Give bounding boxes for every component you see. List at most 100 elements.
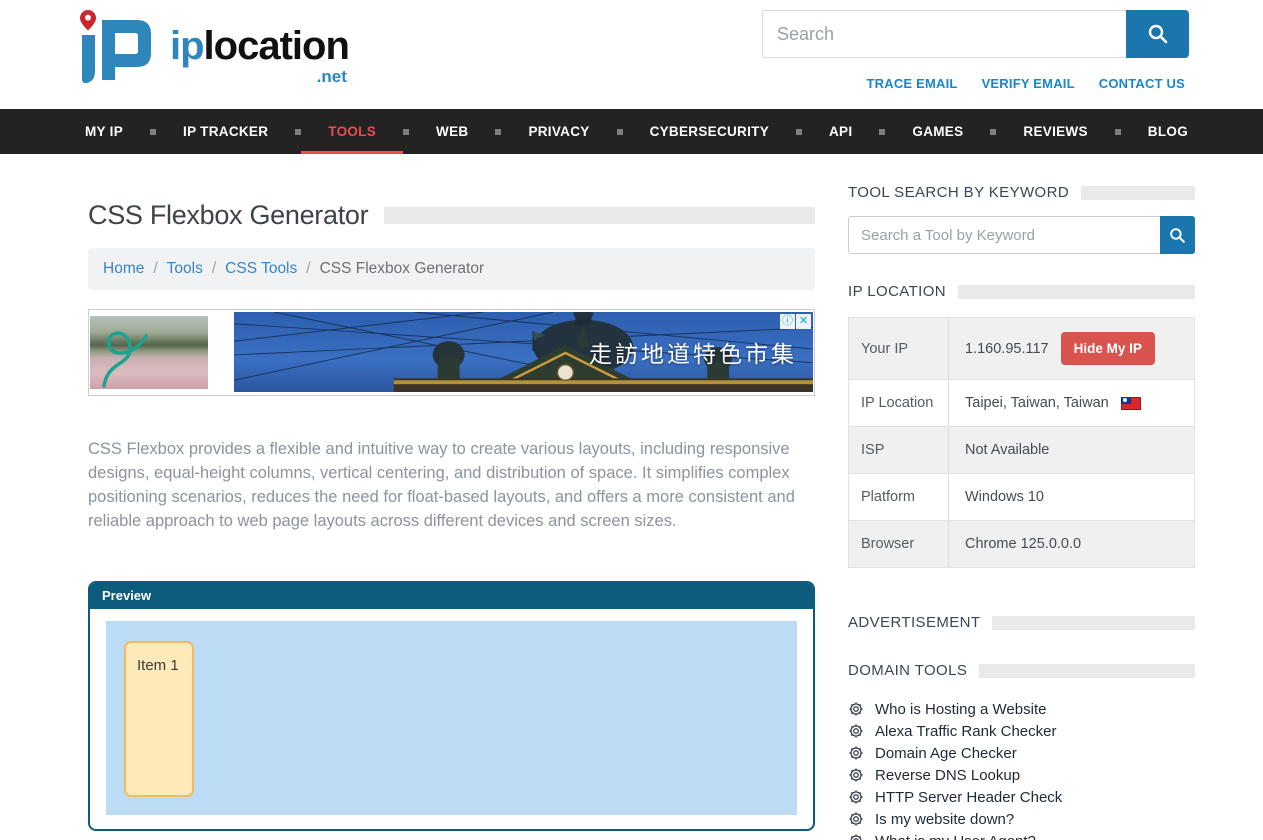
title-decoration-bar — [384, 207, 815, 224]
ad-photo-left[interactable] — [90, 316, 208, 389]
preview-panel-header: Preview — [90, 583, 813, 609]
page: iplocation .net TRACE EMAIL VERIFY EMAIL… — [0, 0, 1263, 840]
tool-description: CSS Flexbox provides a flexible and intu… — [88, 438, 808, 534]
nav-item-reviews[interactable]: REVIEWS — [1023, 109, 1087, 154]
breadcrumb: Home / Tools / CSS Tools / CSS Flexbox G… — [88, 248, 815, 290]
domain-tool-link-domain-age[interactable]: Domain Age Checker — [875, 745, 1017, 762]
contact-us-link[interactable]: CONTACT US — [1099, 76, 1185, 91]
ip-row-label: ISP — [849, 427, 949, 473]
table-row: ISP Not Available — [849, 427, 1194, 474]
advertisement-heading-row: ADVERTISEMENT — [848, 614, 1195, 631]
gear-icon — [848, 767, 864, 783]
list-item: Is my website down? — [848, 808, 1195, 830]
ad-close-icon[interactable]: ✕ — [796, 314, 811, 329]
domain-tool-link-alexa-rank[interactable]: Alexa Traffic Rank Checker — [875, 723, 1056, 740]
preview-panel-body: Item 1 — [90, 609, 813, 827]
list-item: Domain Age Checker — [848, 742, 1195, 764]
breadcrumb-separator: / — [306, 260, 310, 278]
nav-item-tools[interactable]: TOOLS — [328, 109, 376, 154]
nav-item-privacy[interactable]: PRIVACY — [528, 109, 589, 154]
header-search — [762, 10, 1189, 58]
nav-item-blog[interactable]: BLOG — [1148, 109, 1188, 154]
ad-banner-image[interactable]: 走訪地道特色市集 ⓘ ✕ — [234, 312, 813, 392]
logo-wordmark: iplocation .net — [170, 26, 349, 85]
main-content: CSS Flexbox Generator Home / Tools / CSS… — [88, 200, 815, 831]
ip-location-heading-row: IP LOCATION — [848, 283, 1195, 300]
nav-separator-icon — [295, 129, 301, 135]
nav-item-ip-tracker[interactable]: IP TRACKER — [183, 109, 268, 154]
breadcrumb-home[interactable]: Home — [103, 260, 144, 278]
tool-search-input[interactable] — [848, 216, 1160, 254]
breadcrumb-separator: / — [153, 260, 157, 278]
domain-tool-link-http-header[interactable]: HTTP Server Header Check — [875, 789, 1062, 806]
search-icon — [1146, 22, 1170, 46]
list-item: Reverse DNS Lookup — [848, 764, 1195, 786]
sidebar: TOOL SEARCH BY KEYWORD IP LOCATION Your … — [848, 184, 1195, 840]
domain-tool-link-user-agent[interactable]: What is my User Agent? — [875, 833, 1036, 840]
tool-search-heading: TOOL SEARCH BY KEYWORD — [848, 184, 1069, 201]
heading-decoration-bar — [1081, 186, 1195, 200]
list-item: Who is Hosting a Website — [848, 698, 1195, 720]
tool-search — [848, 216, 1195, 254]
breadcrumb-css-tools[interactable]: CSS Tools — [225, 260, 297, 278]
hide-my-ip-button[interactable]: Hide My IP — [1061, 332, 1155, 365]
breadcrumb-separator: / — [212, 260, 216, 278]
ip-row-label: IP Location — [849, 380, 949, 426]
logo-word-ip: ip — [170, 24, 204, 68]
header-search-button[interactable] — [1126, 10, 1189, 58]
trace-email-link[interactable]: TRACE EMAIL — [867, 76, 958, 91]
ip-row-label: Platform — [849, 474, 949, 520]
main-nav: MY IP IP TRACKER TOOLS WEB PRIVACY CYBER… — [0, 109, 1263, 154]
nav-separator-icon — [990, 129, 996, 135]
nav-item-api[interactable]: API — [829, 109, 852, 154]
ad-photo-doodle-icon — [90, 316, 208, 389]
list-item: What is my User Agent? — [848, 830, 1195, 840]
list-item: Alexa Traffic Rank Checker — [848, 720, 1195, 742]
ad-banner[interactable]: 走訪地道特色市集 ⓘ ✕ — [88, 309, 815, 396]
nav-separator-icon — [617, 129, 623, 135]
domain-tool-link-reverse-dns[interactable]: Reverse DNS Lookup — [875, 767, 1020, 784]
platform-value: Windows 10 — [965, 489, 1044, 505]
table-row: Your IP 1.160.95.117 Hide My IP — [849, 318, 1194, 380]
nav-separator-icon — [495, 129, 501, 135]
tool-search-button[interactable] — [1160, 216, 1195, 254]
nav-item-games[interactable]: GAMES — [912, 109, 963, 154]
breadcrumb-tools[interactable]: Tools — [167, 260, 203, 278]
nav-separator-icon — [1115, 129, 1121, 135]
gear-icon — [848, 789, 864, 805]
header-search-input[interactable] — [762, 10, 1126, 58]
domain-tools-heading-row: DOMAIN TOOLS — [848, 662, 1195, 679]
tool-search-heading-row: TOOL SEARCH BY KEYWORD — [848, 184, 1195, 201]
domain-tools-heading: DOMAIN TOOLS — [848, 662, 967, 679]
heading-decoration-bar — [958, 285, 1195, 299]
domain-tools-list: Who is Hosting a Website Alexa Traffic R… — [848, 698, 1195, 840]
gear-icon — [848, 811, 864, 827]
table-row: IP Location Taipei, Taiwan, Taiwan — [849, 380, 1194, 427]
preview-panel: Preview Item 1 — [88, 581, 815, 831]
nav-item-my-ip[interactable]: MY IP — [85, 109, 123, 154]
ip-row-label: Browser — [849, 521, 949, 567]
domain-tool-link-website-down[interactable]: Is my website down? — [875, 811, 1014, 828]
domain-tool-link-hosting[interactable]: Who is Hosting a Website — [875, 701, 1046, 718]
preview-flex-container: Item 1 — [106, 621, 797, 815]
gear-icon — [848, 723, 864, 739]
verify-email-link[interactable]: VERIFY EMAIL — [982, 76, 1075, 91]
nav-item-web[interactable]: WEB — [436, 109, 468, 154]
nav-item-cybersecurity[interactable]: CYBERSECURITY — [650, 109, 769, 154]
ip-row-label: Your IP — [849, 318, 949, 379]
nav-separator-icon — [403, 129, 409, 135]
logo-word-location: location — [204, 24, 349, 68]
logo-ip-monogram-icon — [78, 8, 166, 84]
heading-decoration-bar — [979, 664, 1195, 678]
taiwan-flag-icon — [1121, 397, 1141, 410]
nav-separator-icon — [796, 129, 802, 135]
logo-tld: .net — [170, 68, 349, 85]
browser-value: Chrome 125.0.0.0 — [965, 536, 1081, 552]
ip-info-table: Your IP 1.160.95.117 Hide My IP IP Locat… — [848, 317, 1195, 568]
nav-separator-icon — [150, 129, 156, 135]
your-ip-value: 1.160.95.117 — [965, 341, 1049, 357]
ad-overlay-text: 走訪地道特色市集 — [589, 335, 797, 369]
ip-location-heading: IP LOCATION — [848, 283, 946, 300]
ad-info-icon[interactable]: ⓘ — [780, 314, 795, 329]
site-logo[interactable]: iplocation .net — [78, 8, 349, 85]
